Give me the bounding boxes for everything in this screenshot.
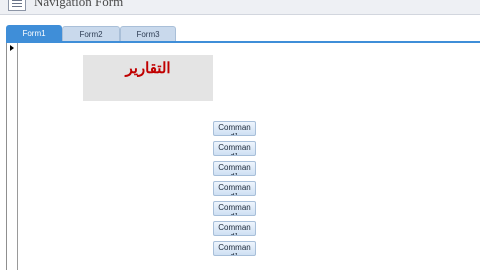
command-button-3[interactable]: Command1 <box>213 161 256 176</box>
button-label: Comman <box>218 223 251 232</box>
command-button-4[interactable]: Command1 <box>213 181 256 196</box>
button-label: Comman <box>218 183 251 192</box>
button-label-overflow: d1 <box>214 173 255 175</box>
tab-form1[interactable]: Form1 <box>6 25 62 42</box>
command-button-7[interactable]: Command1 <box>213 241 256 256</box>
command-button-2[interactable]: Command1 <box>213 141 256 156</box>
header-box: التقارير <box>83 55 213 101</box>
button-label-overflow: d1 <box>214 193 255 195</box>
button-label: Comman <box>218 143 251 152</box>
form-icon <box>8 0 26 11</box>
button-label-overflow: d1 <box>214 233 255 235</box>
record-selector[interactable] <box>7 43 18 270</box>
command-button-6[interactable]: Command1 <box>213 221 256 236</box>
button-label: Comman <box>218 123 251 132</box>
button-label: Comman <box>218 203 251 212</box>
button-label-overflow: d1 <box>214 133 255 135</box>
button-label: Comman <box>218 243 251 252</box>
button-label-overflow: d1 <box>214 153 255 155</box>
title-bar: Navigation Form <box>0 0 480 15</box>
command-button-5[interactable]: Command1 <box>213 201 256 216</box>
reports-label: التقارير <box>125 60 171 77</box>
navigation-tabs: Form1 Form2 Form3 <box>0 24 480 42</box>
tab-form2[interactable]: Form2 <box>62 26 120 42</box>
button-label: Comman <box>218 163 251 172</box>
current-record-arrow-icon <box>10 45 14 51</box>
window-title: Navigation Form <box>34 0 124 9</box>
button-label-overflow: d1 <box>214 213 255 215</box>
tab-form3[interactable]: Form3 <box>120 26 176 42</box>
button-label-overflow: d1 <box>214 253 255 255</box>
command-button-1[interactable]: Command1 <box>213 121 256 136</box>
